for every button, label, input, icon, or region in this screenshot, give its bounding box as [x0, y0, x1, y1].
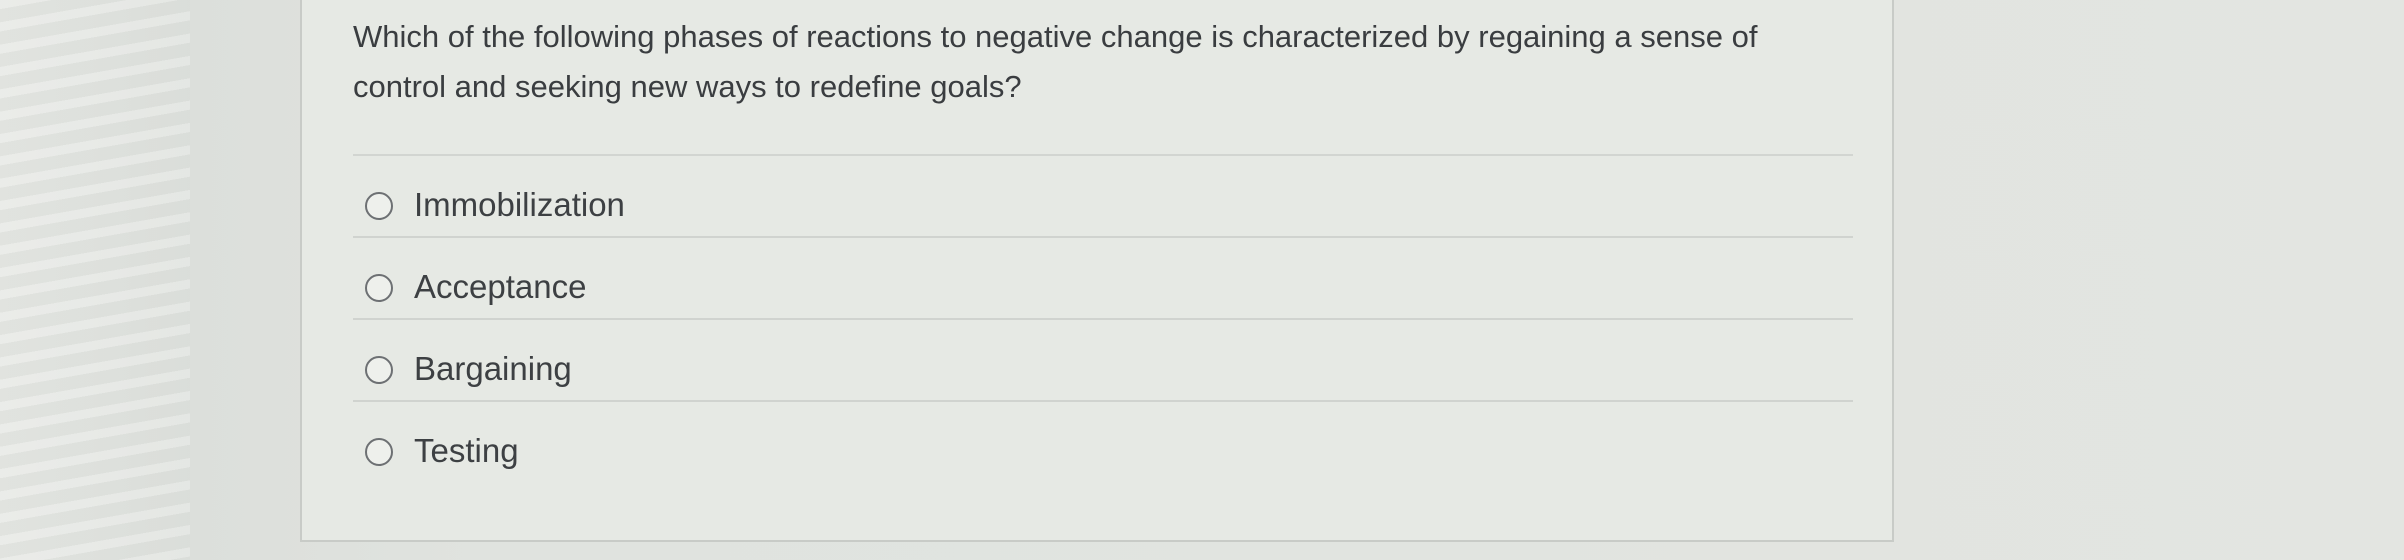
option-acceptance[interactable]: Acceptance: [353, 238, 1853, 320]
option-testing[interactable]: Testing: [353, 402, 1853, 484]
radio-button-icon[interactable]: [365, 192, 393, 220]
radio-button-icon[interactable]: [365, 356, 393, 384]
option-label: Testing: [414, 432, 519, 469]
screen-glare: [0, 0, 190, 560]
question-text: Which of the following phases of reactio…: [353, 19, 1758, 104]
radio-button-icon[interactable]: [365, 438, 393, 466]
option-bargaining[interactable]: Bargaining: [353, 320, 1853, 402]
option-label: Bargaining: [414, 350, 572, 387]
radio-button-icon[interactable]: [365, 274, 393, 302]
question-card: Which of the following phases of reactio…: [300, 0, 1894, 542]
option-label: Immobilization: [414, 186, 625, 223]
option-label: Acceptance: [414, 268, 587, 305]
option-immobilization[interactable]: Immobilization: [353, 156, 1853, 238]
